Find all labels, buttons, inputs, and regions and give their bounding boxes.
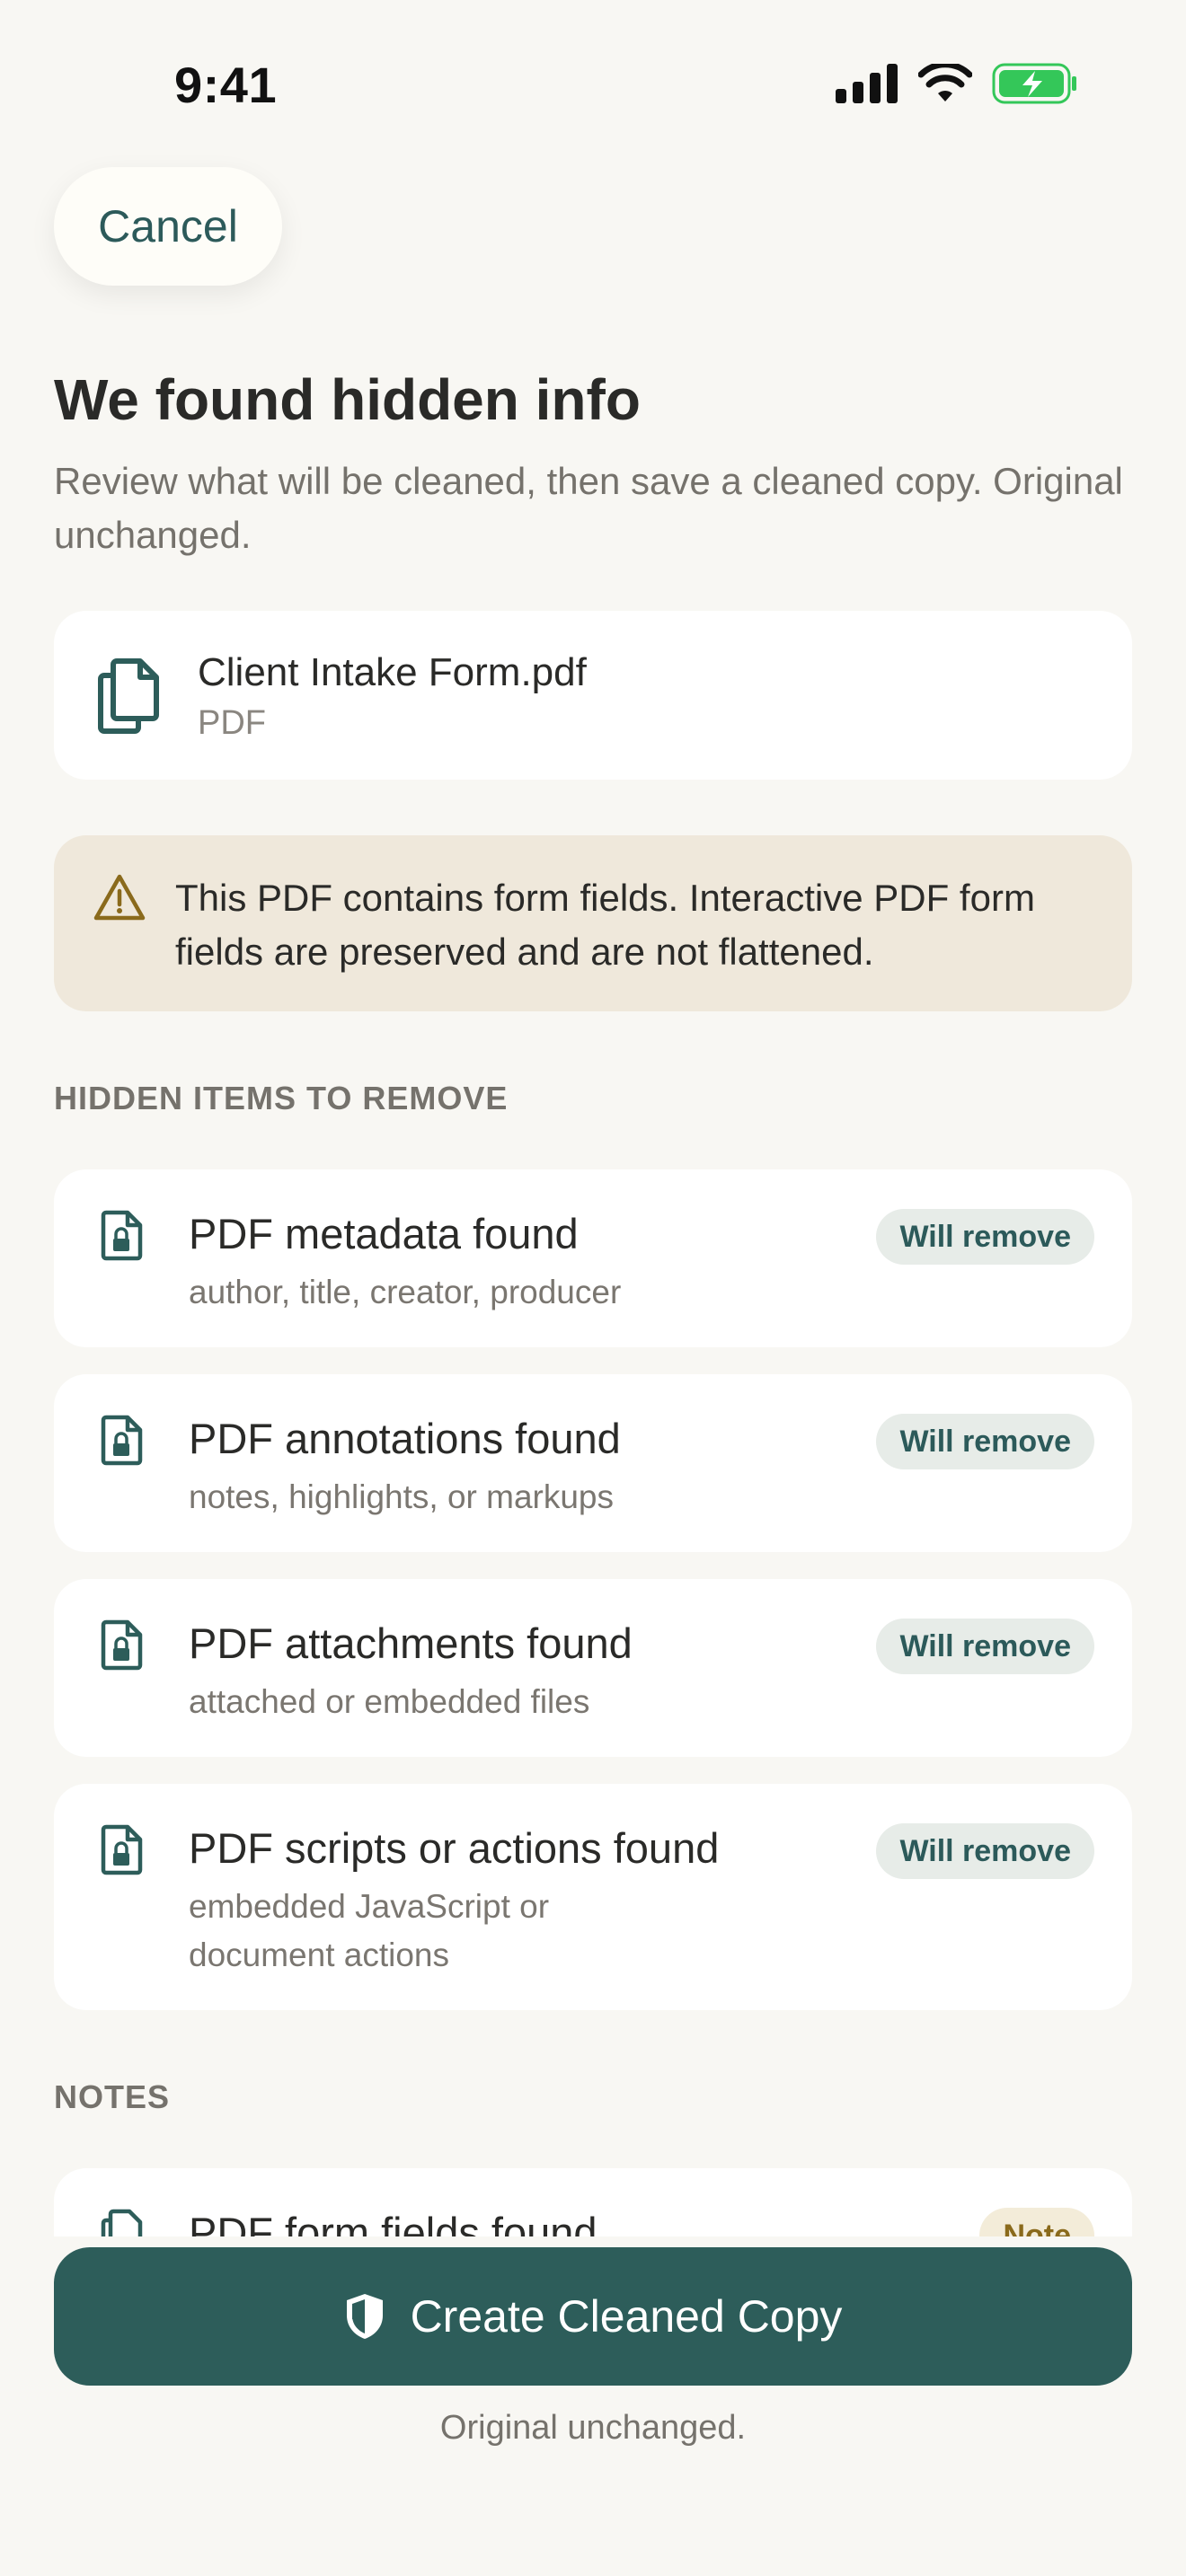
item-description: embedded JavaScript or document actions — [189, 1888, 550, 1973]
file-name: Client Intake Form.pdf — [198, 650, 587, 694]
document-stack-icon — [98, 658, 159, 734]
item-title: PDF metadata found — [189, 1210, 579, 1257]
item-title: PDF attachments found — [189, 1619, 633, 1667]
shield-icon — [346, 2294, 383, 2339]
item-description: author, title, creator, producer — [189, 1274, 622, 1310]
hidden-item-card[interactable]: PDF annotations found notes, highlights,… — [54, 1374, 1132, 1552]
wifi-icon — [918, 64, 972, 101]
battery-icon — [992, 63, 1076, 104]
locked-document-icon — [101, 1210, 143, 1261]
item-description: notes, highlights, or markups — [189, 1478, 615, 1515]
cancel-button[interactable]: Cancel — [54, 167, 282, 286]
section-label-notes: NOTES — [54, 2078, 171, 2115]
hidden-item-card[interactable]: PDF scripts or actions found embedded Ja… — [54, 1784, 1132, 2010]
status-icons — [836, 63, 1078, 104]
warning-triangle-icon — [93, 874, 146, 921]
item-title: PDF annotations found — [189, 1415, 621, 1462]
status-badge: Will remove — [876, 1619, 1094, 1674]
locked-document-icon — [101, 1619, 143, 1671]
status-bar: 9:41 — [0, 0, 1186, 171]
warning-text: This PDF contains form fields. Interacti… — [175, 877, 1035, 973]
file-type: PDF — [198, 704, 266, 742]
status-time: 9:41 — [174, 57, 278, 113]
footnote: Original unchanged. — [439, 2409, 747, 2447]
item-description: attached or embedded files — [189, 1683, 590, 1720]
status-badge: Will remove — [876, 1209, 1094, 1265]
file-card: Client Intake Form.pdf PDF — [54, 611, 1132, 780]
section-label-remove: HIDDEN ITEMS TO REMOVE — [54, 1080, 509, 1116]
hidden-item-card[interactable]: PDF metadata found author, title, creato… — [54, 1169, 1132, 1347]
signal-icon — [836, 64, 898, 103]
page-subtitle: Review what will be cleaned, then save a… — [54, 460, 1123, 556]
hidden-item-card[interactable]: PDF attachments found attached or embedd… — [54, 1579, 1132, 1757]
locked-document-icon — [101, 1824, 143, 1875]
page-title: We found hidden info — [54, 367, 641, 432]
create-cleaned-copy-button[interactable]: Create Cleaned Copy — [54, 2247, 1132, 2386]
screen: 9:41 Cancel We found hidden info Review … — [0, 0, 1186, 2576]
item-title: PDF scripts or actions found — [189, 1824, 720, 1872]
locked-document-icon — [101, 1415, 143, 1466]
form-fields-warning: This PDF contains form fields. Interacti… — [54, 835, 1132, 1011]
cta-label: Create Cleaned Copy — [410, 2291, 843, 2342]
status-badge: Will remove — [876, 1823, 1094, 1879]
status-badge: Will remove — [876, 1414, 1094, 1469]
